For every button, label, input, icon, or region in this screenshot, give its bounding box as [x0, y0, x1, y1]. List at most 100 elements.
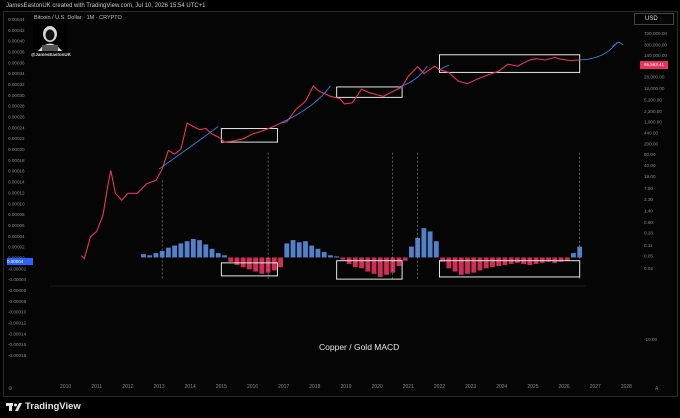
- x-axis: 2010 2011 2012 2013 2014 2015 2016 2017 2018 2019…: [60, 384, 632, 390]
- price-chart: 0.00044 0.00042 0.00040 0.00038 0.00036 0.000…: [8, 17, 667, 390]
- macd-bar: [396, 257, 402, 267]
- left-axis-tick: 0.00036: [8, 60, 25, 65]
- tradingview-wordmark: TradingView: [25, 401, 81, 412]
- x-axis-tick: 2015: [216, 384, 227, 390]
- tradingview-logo-icon: [6, 402, 22, 411]
- right-axis-tick: 0.60: [644, 220, 653, 225]
- macd-bar: [577, 246, 583, 258]
- left-axis-tick: 0.00034: [8, 71, 25, 76]
- right-axis-tick: 0.28: [644, 230, 653, 235]
- x-axis-tick: 2022: [434, 384, 445, 390]
- axis-settings-icon[interactable]: ⚙: [8, 386, 12, 392]
- left-axis-tick: 0.00016: [8, 169, 25, 174]
- left-axis-tick: 0.00006: [8, 223, 25, 228]
- macd-bar: [222, 255, 227, 258]
- macd-bar: [490, 257, 495, 268]
- macd-bar: [166, 247, 171, 258]
- macd-histogram: [141, 228, 583, 277]
- auto-scale-icon[interactable]: A: [655, 386, 658, 392]
- macd-bar: [352, 257, 358, 268]
- macd-bar: [458, 257, 464, 275]
- right-axis-tick: 12,000.00: [644, 86, 665, 91]
- right-axis-tick: 3.30: [644, 197, 653, 202]
- right-axis-tick: 0.05: [644, 254, 653, 259]
- right-axis-tick: 700,000.00: [644, 31, 667, 36]
- macd-bar: [321, 252, 327, 258]
- projection-arrow: [439, 64, 449, 71]
- macd-bar: [303, 241, 308, 258]
- left-axis-tick: 0.00014: [8, 180, 25, 185]
- macd-bar: [203, 244, 209, 258]
- x-axis-tick: 2025: [527, 384, 538, 390]
- left-axis-tick: 0.00010: [8, 201, 25, 206]
- left-axis-tick: 0.00042: [8, 28, 25, 33]
- right-axis-tick: 18.00: [644, 174, 656, 179]
- macd-bar: [465, 257, 470, 274]
- macd-bar: [483, 257, 489, 269]
- x-axis-tick: 2020: [372, 384, 383, 390]
- right-axis-tick: 1,000.00: [644, 120, 662, 125]
- macd-bar: [141, 254, 146, 258]
- left-axis-tick: 0.00038: [8, 50, 25, 55]
- right-axis-tick: 90.00: [644, 152, 656, 157]
- left-axis-tick: -0.00012: [8, 320, 27, 325]
- right-axis-tick: 140,000.00: [644, 53, 667, 58]
- left-axis-tick: -0.00008: [8, 299, 27, 304]
- left-axis-tick: 0.00002: [8, 245, 25, 250]
- macd-bar: [514, 257, 520, 263]
- arrow-head: [612, 41, 624, 47]
- macd-bar: [197, 240, 202, 258]
- tradingview-brand[interactable]: TradingView: [6, 401, 81, 412]
- bottom-bar: [0, 397, 680, 418]
- left-axis-tick: 0.00022: [8, 136, 25, 141]
- macd-bar: [284, 243, 290, 258]
- macd-bar: [328, 255, 333, 258]
- left-axis-tick: 0.00028: [8, 104, 25, 109]
- macd-bar: [184, 241, 190, 258]
- left-axis-tick: 0.00008: [8, 212, 25, 217]
- right-axis-tick: 7.50: [644, 186, 653, 191]
- macd-bar: [477, 257, 483, 271]
- x-axis-tick: 2014: [185, 384, 196, 390]
- macd-bar: [178, 243, 184, 258]
- right-axis-tick: 5,200.00: [644, 97, 662, 102]
- left-axis-tick: 0.00020: [8, 147, 25, 152]
- macd-bar: [259, 257, 265, 274]
- x-axis-tick: 2027: [590, 384, 601, 390]
- right-axis-tick: -10.00: [644, 337, 657, 342]
- macd-bar: [340, 257, 346, 260]
- macd-bar: [153, 253, 159, 258]
- macd-bar: [409, 246, 414, 258]
- macd-bar: [209, 248, 215, 258]
- right-axis-tick: 1.40: [644, 209, 653, 214]
- macd-bar: [539, 257, 545, 263]
- macd-bar: [433, 241, 439, 258]
- left-axis-tick: -0.00004: [8, 277, 27, 282]
- macd-bar: [234, 257, 240, 266]
- bitcoin-price-line: [80, 56, 580, 260]
- macd-bar: [402, 257, 408, 261]
- x-axis-tick: 2021: [403, 384, 414, 390]
- left-axis-tick: 0.00024: [8, 125, 25, 130]
- macd-bar: [147, 255, 153, 258]
- left-axis-tick: 0.00026: [8, 115, 25, 120]
- highlight-box: [438, 54, 581, 73]
- projection-arrows: [158, 41, 624, 170]
- macd-bar: [446, 257, 452, 269]
- right-axis-tick: 40.00: [644, 163, 656, 168]
- x-axis-tick: 2013: [153, 384, 164, 390]
- macd-bar: [334, 256, 340, 258]
- x-axis-tick: 2026: [559, 384, 570, 390]
- right-axis-tick: 300,000.00: [644, 42, 667, 47]
- macd-bar: [290, 240, 296, 258]
- macd-bar: [190, 239, 196, 258]
- chart-caption: Copper / Gold MACD: [319, 342, 400, 352]
- macd-bar: [253, 257, 259, 272]
- projection-arrow: [579, 42, 618, 61]
- left-axis-tick: -0.00006: [8, 288, 27, 293]
- right-axis-tick: 0.11: [644, 243, 653, 248]
- projection-arrow: [280, 85, 331, 124]
- left-axis-tick: 0.00044: [8, 17, 25, 22]
- right-axis-tick: 0.02: [644, 266, 653, 271]
- left-axis-tick: 0.00032: [8, 82, 25, 87]
